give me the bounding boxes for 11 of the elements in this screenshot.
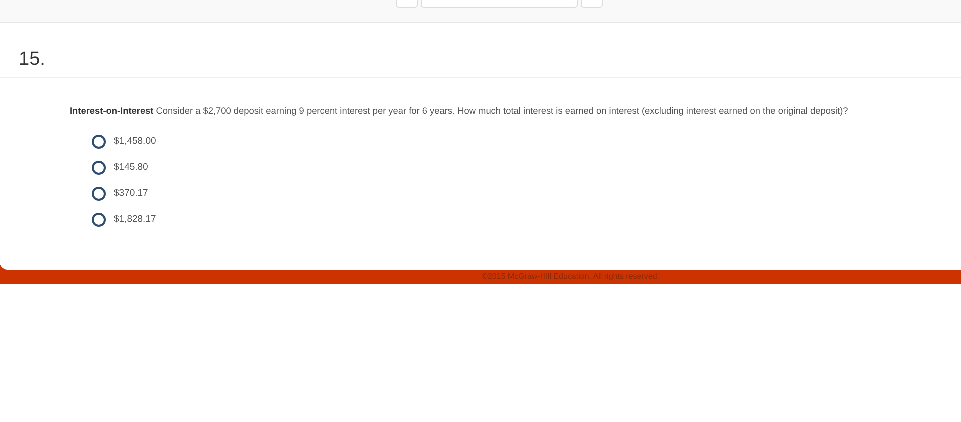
answer-option[interactable]: $1,458.00 — [114, 136, 156, 147]
copyright-text: ©2015 McGraw-Hill Education. All rights reserved. — [482, 271, 660, 283]
radio-button[interactable] — [92, 212, 106, 226]
answer-option[interactable]: $1,828.17 — [114, 214, 156, 225]
radio-button[interactable] — [92, 134, 106, 148]
radio-button[interactable] — [92, 160, 106, 174]
radio-button[interactable] — [92, 186, 106, 200]
question-text: Interest-on-Interest Consider a $2,700 deposit earning 9 percent interest per year for 6 years. How much total interest is earned on interest (excluding interest earned on the original deposit)? — [70, 106, 850, 116]
question-number: 15. — [0, 23, 961, 78]
answer-option[interactable]: $370.17 — [114, 188, 148, 199]
answer-option[interactable]: $145.80 — [114, 162, 148, 173]
